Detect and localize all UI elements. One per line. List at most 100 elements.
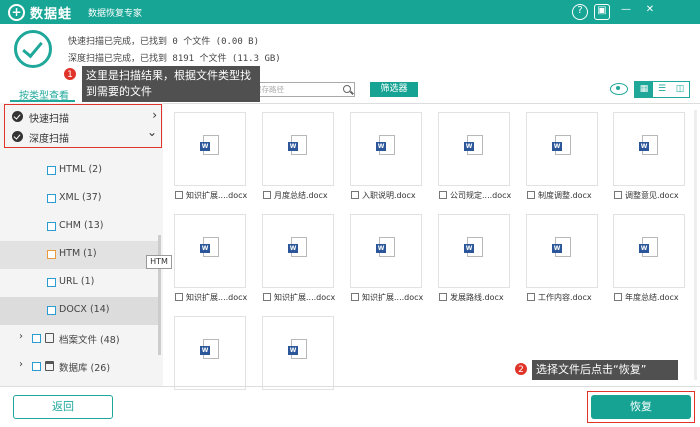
checkbox[interactable] [47, 166, 56, 175]
file-thumbnail[interactable]: W [613, 214, 685, 288]
checkbox[interactable] [47, 222, 56, 231]
quick-scan-group[interactable]: 快速扫描 › [5, 107, 160, 127]
database-icon [45, 361, 54, 371]
deep-scan-group[interactable]: 深度扫描 ⌄ [5, 125, 160, 147]
file-checkbox[interactable] [351, 191, 359, 199]
file-thumbnail[interactable]: W [350, 214, 422, 288]
callout-scan-results: 这里是扫描结果，根据文件类型找到需要的文件 [82, 66, 260, 102]
file-name[interactable]: 制度调整.docx [527, 190, 592, 202]
tree-item-archive[interactable]: › 档案文件 (48) [0, 325, 160, 353]
word-document-icon: W [464, 237, 483, 257]
file-thumbnail[interactable]: W [174, 214, 246, 288]
word-document-icon: W [464, 135, 483, 155]
word-document-icon: W [639, 237, 658, 257]
file-checkbox[interactable] [439, 191, 447, 199]
file-checkbox[interactable] [527, 191, 535, 199]
filter-button[interactable]: 筛选器 [370, 82, 418, 97]
tree-item-url[interactable]: URL (1) [0, 269, 160, 297]
file-name[interactable]: 知识扩展....docx [351, 292, 423, 304]
checkbox[interactable] [32, 334, 41, 343]
app-subtitle: 数据恢复专家 [88, 9, 143, 19]
file-name[interactable]: 调整意见.docx [614, 190, 679, 202]
grid-view-icon[interactable]: ▦ [635, 82, 653, 97]
word-document-icon: W [288, 135, 307, 155]
checkbox[interactable] [47, 278, 56, 287]
tree-item-database[interactable]: › 数据库 (26) [0, 353, 160, 381]
callout-badge-1: 1 [63, 67, 77, 81]
file-thumbnail[interactable]: W [174, 316, 246, 390]
file-thumbnail[interactable]: W [262, 112, 334, 186]
deep-scan-status: 深度扫描已完成，已找到 8191 个文件 (11.3 GB) [68, 54, 281, 64]
chevron-right-icon[interactable]: › [19, 359, 23, 370]
divider [163, 103, 700, 104]
checkbox[interactable] [47, 194, 56, 203]
file-name[interactable]: 月度总结.docx [263, 190, 328, 202]
checkbox[interactable] [47, 250, 56, 259]
detail-view-icon[interactable]: ◫ [671, 82, 689, 97]
file-checkbox[interactable] [175, 293, 183, 301]
file-name[interactable]: 知识扩展....docx [263, 292, 335, 304]
file-checkbox[interactable] [263, 191, 271, 199]
file-checkbox[interactable] [351, 293, 359, 301]
file-thumbnail[interactable]: W [262, 316, 334, 390]
app-name: 数据蛙 [30, 7, 73, 22]
help-icon[interactable]: ? [572, 4, 588, 20]
file-checkbox[interactable] [614, 293, 622, 301]
file-checkbox[interactable] [614, 191, 622, 199]
file-checkbox[interactable] [527, 293, 535, 301]
file-thumbnail[interactable]: W [438, 214, 510, 288]
word-document-icon: W [376, 237, 395, 257]
tree-item-docx[interactable]: DOCX (14) [0, 297, 160, 325]
app-logo-icon: + [8, 4, 25, 21]
file-name[interactable]: 公司规定....docx [439, 190, 511, 202]
checked-circle-icon [12, 131, 23, 142]
back-button[interactable]: 返回 [13, 395, 113, 419]
quick-scan-label: 快速扫描 [29, 114, 69, 125]
file-name[interactable]: 发展路线.docx [439, 292, 504, 304]
preview-eye-icon[interactable] [610, 83, 628, 95]
file-thumbnail[interactable]: W [262, 214, 334, 288]
chevron-right-icon[interactable]: › [152, 108, 157, 122]
close-icon[interactable]: ✕ [642, 4, 658, 20]
archive-icon [45, 333, 54, 343]
tree-item-html[interactable]: HTML (2) [0, 157, 160, 185]
tree-item-chm[interactable]: CHM (13) [0, 213, 160, 241]
file-thumbnail[interactable]: W [526, 214, 598, 288]
file-name[interactable]: 入职说明.docx [351, 190, 416, 202]
word-document-icon: W [639, 135, 658, 155]
file-thumbnail[interactable]: W [438, 112, 510, 186]
checkbox[interactable] [32, 362, 41, 371]
file-name[interactable]: 工作内容.docx [527, 292, 592, 304]
file-checkbox[interactable] [263, 293, 271, 301]
divider [0, 386, 700, 387]
file-thumbnail[interactable]: W [350, 112, 422, 186]
checkbox[interactable] [47, 306, 56, 315]
word-document-icon: W [200, 339, 219, 359]
file-name[interactable]: 知识扩展....docx [175, 292, 247, 304]
search-icon[interactable] [343, 85, 351, 93]
chevron-down-icon[interactable]: ⌄ [147, 125, 157, 139]
callout-badge-2: 2 [514, 362, 528, 376]
tree-item-htm[interactable]: HTM (1) [0, 241, 160, 269]
file-checkbox[interactable] [175, 191, 183, 199]
recover-button[interactable]: 恢复 [591, 395, 691, 419]
deep-scan-label: 深度扫描 [29, 134, 69, 145]
file-thumbnail[interactable]: W [174, 112, 246, 186]
file-checkbox[interactable] [439, 293, 447, 301]
grid-scrollbar[interactable] [694, 110, 697, 380]
list-view-icon[interactable]: ☰ [653, 82, 671, 97]
file-thumbnail[interactable]: W [526, 112, 598, 186]
word-document-icon: W [288, 237, 307, 257]
scan-results-highlight: 快速扫描 › 深度扫描 ⌄ [4, 104, 162, 148]
tree-item-xml[interactable]: XML (37) [0, 185, 160, 213]
tree-scrollbar[interactable] [158, 235, 161, 355]
file-name[interactable]: 知识扩展....docx [175, 190, 247, 202]
chevron-right-icon[interactable]: › [19, 331, 23, 342]
quick-scan-status: 快速扫描已完成，已找到 0 个文件 (0.00 B) [68, 37, 260, 47]
file-name[interactable]: 年度总结.docx [614, 292, 679, 304]
file-thumbnail[interactable]: W [613, 112, 685, 186]
save-icon[interactable]: ▣ [594, 4, 610, 20]
minimize-icon[interactable]: — [618, 4, 634, 20]
word-document-icon: W [200, 237, 219, 257]
tooltip: HTM [146, 255, 172, 269]
